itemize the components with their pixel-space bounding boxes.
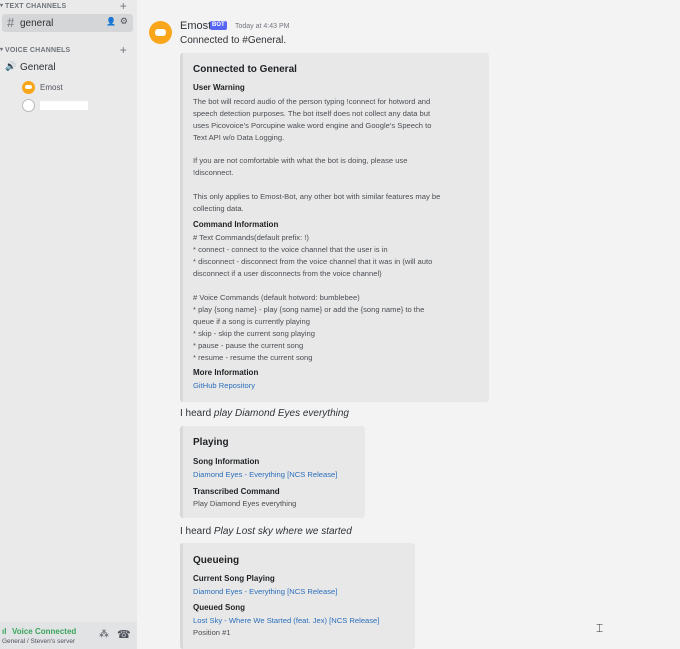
- chevron-down-icon: ▾: [0, 3, 4, 9]
- queued-song-link[interactable]: Lost Sky - Where We Started (feat. Jex) …: [193, 616, 379, 625]
- command-info-label: Command Information: [193, 220, 279, 229]
- warning-line: !disconnect.: [193, 168, 234, 177]
- embed-title: Connected to General: [193, 64, 297, 75]
- text-channels-category[interactable]: ▾ TEXT CHANNELS +: [0, 0, 137, 14]
- command-line: # Voice Commands (default hotword: bumbl…: [193, 293, 360, 302]
- embed-title: Playing: [193, 437, 229, 448]
- disconnect-icon[interactable]: ☎: [117, 628, 131, 641]
- invite-icon[interactable]: 👤: [106, 17, 116, 26]
- voice-user-redacted[interactable]: [22, 99, 132, 113]
- chevron-down-icon: ▾: [0, 47, 4, 53]
- bot-avatar-icon[interactable]: [149, 21, 172, 44]
- embed-title: Queueing: [193, 555, 240, 566]
- warning-line: If you are not comfortable with what the…: [193, 156, 408, 165]
- heard-message: I heard Play Lost sky where we started: [180, 526, 352, 537]
- command-line: * resume - resume the current song: [193, 353, 313, 362]
- command-line: * skip - skip the current song playing: [193, 329, 315, 338]
- create-voice-channel-icon[interactable]: +: [120, 43, 127, 57]
- warning-line: Text API w/o Data Logging.: [193, 133, 285, 142]
- command-line: * pause - pause the current song: [193, 341, 304, 350]
- text-channels-label: TEXT CHANNELS: [5, 3, 67, 10]
- current-song-link[interactable]: Diamond Eyes - Everything [NCS Release]: [193, 587, 337, 596]
- message-content: Connected to #General.: [180, 35, 287, 46]
- command-line: * disconnect - disconnect from the voice…: [193, 257, 433, 266]
- channel-name: general: [20, 18, 54, 29]
- warning-line: collecting data.: [193, 204, 244, 213]
- transcribed-command-label: Transcribed Command: [193, 487, 280, 496]
- heard-prefix: I heard: [180, 408, 214, 419]
- redacted-name: [40, 101, 88, 110]
- song-link[interactable]: Diamond Eyes - Everything [NCS Release]: [193, 470, 337, 479]
- voice-connected-label: Voice Connected: [12, 627, 77, 636]
- voice-user-emost[interactable]: Emost: [22, 81, 132, 95]
- command-line: # Text Commands(default prefix: !): [193, 233, 309, 242]
- voice-location: General / Steven's server: [2, 638, 76, 645]
- voice-channel-name: General: [20, 62, 56, 73]
- channel-sidebar: ▾ TEXT CHANNELS + # general 👤 ⚙ ▾ VOICE …: [0, 0, 137, 649]
- warning-line: uses Picovoice's Porcupine wake word eng…: [193, 121, 432, 130]
- message-timestamp: Today at 4:43 PM: [235, 23, 290, 30]
- more-info-label: More Information: [193, 368, 259, 377]
- warning-line: speech detection purposes. The bot itsel…: [193, 109, 431, 118]
- bot-avatar-icon: [22, 81, 35, 94]
- queued-song-label: Queued Song: [193, 603, 245, 612]
- queue-position: Position #1: [193, 628, 231, 637]
- gear-icon[interactable]: ⚙: [120, 16, 128, 27]
- voice-channels-label: VOICE CHANNELS: [5, 47, 71, 54]
- song-info-label: Song Information: [193, 457, 260, 466]
- voice-user-name: Emost: [40, 83, 63, 92]
- embed-queueing: Queueing Current Song Playing Diamond Ey…: [180, 543, 415, 649]
- embed-playing: Playing Song Information Diamond Eyes - …: [180, 426, 365, 518]
- create-text-channel-icon[interactable]: +: [120, 0, 127, 13]
- warning-line: This only applies to Emost-Bot, any othe…: [193, 192, 441, 201]
- message-author[interactable]: Emost: [180, 20, 211, 32]
- heard-phrase: Play Lost sky where we started: [213, 526, 352, 537]
- command-line: * connect - connect to the voice channel…: [193, 245, 388, 254]
- heard-phrase: play Diamond Eyes everything: [213, 408, 349, 419]
- embed-connected: Connected to General User Warning The bo…: [180, 53, 489, 402]
- heard-message: I heard play Diamond Eyes everything: [180, 408, 349, 419]
- hash-icon: #: [7, 15, 15, 30]
- command-line: disconnect if a user disconnects from th…: [193, 269, 382, 278]
- warning-line: The bot will record audio of the person …: [193, 97, 431, 106]
- noise-suppression-icon[interactable]: ⁂: [99, 629, 109, 640]
- voice-status-panel: ıl Voice Connected General / Steven's se…: [0, 622, 137, 649]
- channel-item-general[interactable]: # general 👤 ⚙: [2, 14, 133, 32]
- github-link[interactable]: GitHub Repository: [193, 381, 255, 390]
- mouse-cursor-icon: ⌶: [596, 621, 604, 635]
- heard-prefix: I heard: [180, 526, 214, 537]
- bot-badge: BOT: [210, 21, 227, 30]
- command-line: queue if a song is currently playing: [193, 317, 310, 326]
- command-line: * play {song name} - play {song name} or…: [193, 305, 425, 314]
- signal-icon[interactable]: ıl: [2, 627, 6, 636]
- voice-channels-category[interactable]: ▾ VOICE CHANNELS +: [0, 43, 137, 58]
- current-song-label: Current Song Playing: [193, 574, 275, 583]
- chat-area: Emost BOT Today at 4:43 PM Connected to …: [137, 0, 680, 649]
- transcribed-command: Play Diamond Eyes everything: [193, 499, 297, 508]
- speaker-icon: 🔊: [5, 61, 17, 71]
- user-warning-label: User Warning: [193, 83, 245, 92]
- blank-avatar-icon: [22, 99, 35, 112]
